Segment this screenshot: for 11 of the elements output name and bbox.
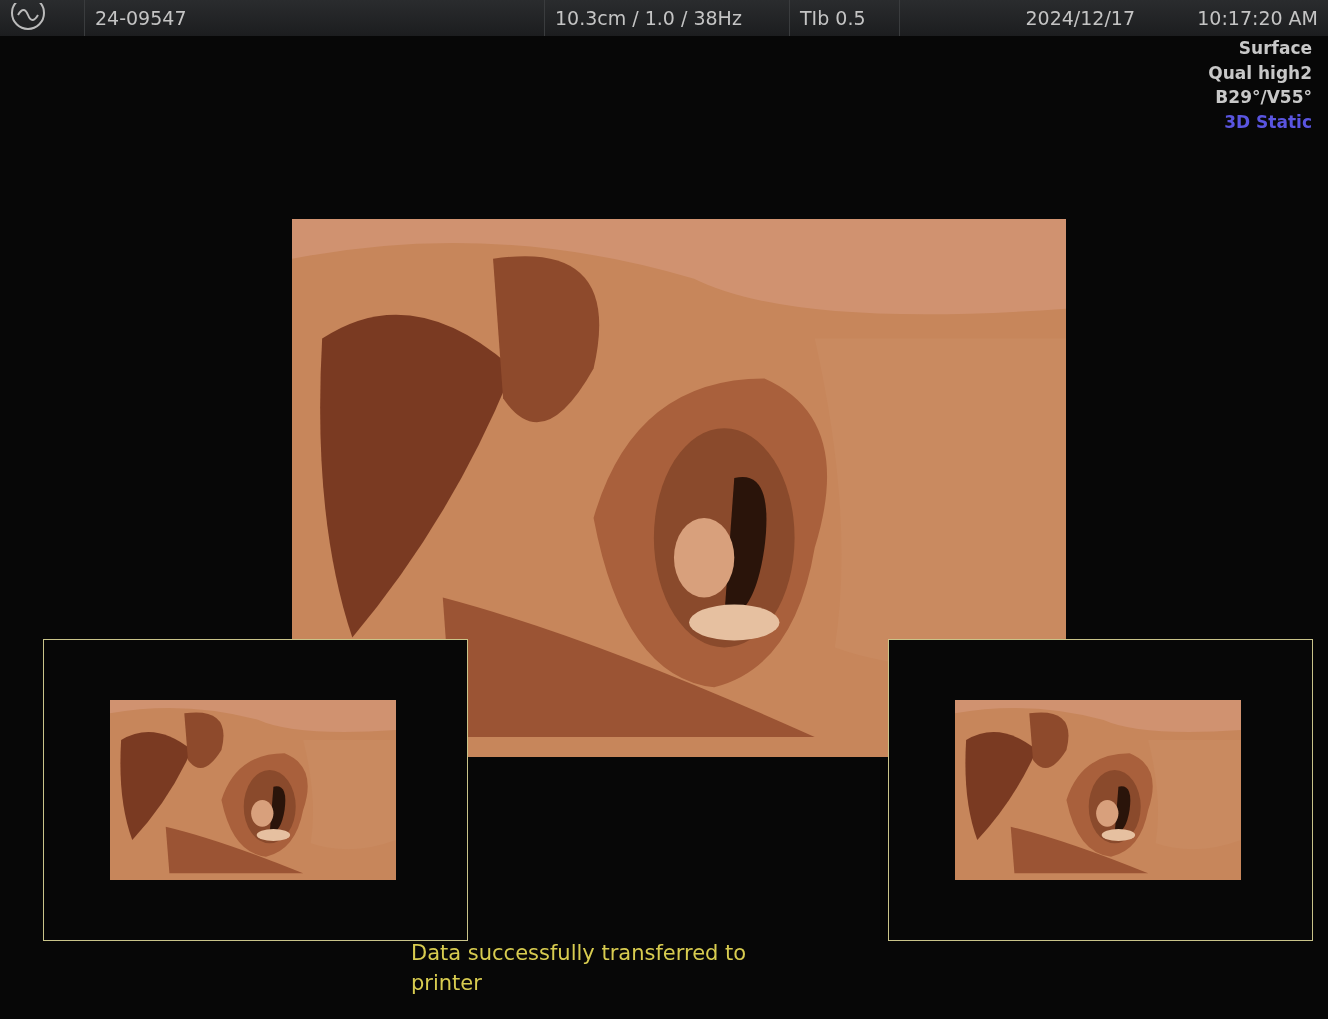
render-info-text: Qual high2 <box>1208 62 1312 83</box>
status-message: Data successfully transferred to printer <box>411 940 748 997</box>
depth-gain-rate: 10.3cm / 1.0 / 38Hz <box>555 5 742 31</box>
thermal-index: TIb 0.5 <box>800 5 866 31</box>
logo-icon <box>10 3 46 33</box>
time-text: 10:17:20 AM <box>1197 5 1318 31</box>
patient-id: 24-09547 <box>95 5 187 31</box>
render-info-text: Surface <box>1238 38 1312 58</box>
date-text: 2024/12/17 <box>1025 5 1135 31</box>
render-info-text: B29°/V55° <box>1215 87 1312 107</box>
render-info-text: 3D Static <box>1224 111 1312 132</box>
